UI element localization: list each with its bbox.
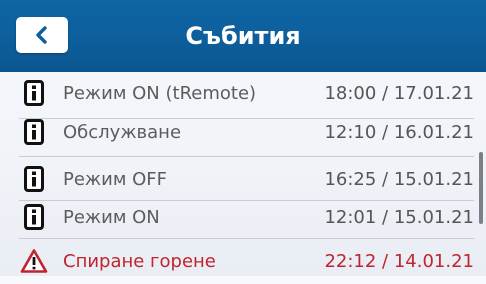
event-label: Обслужване: [63, 121, 182, 143]
info-icon: [19, 202, 49, 232]
info-icon: [19, 164, 49, 194]
list-item[interactable]: Режим ON 12:01 / 15.01.21: [19, 194, 474, 240]
back-button[interactable]: [16, 17, 68, 53]
event-time: 22:12 / 14.01.21: [324, 250, 474, 272]
warning-icon: [19, 246, 49, 276]
page-title: Събития: [185, 22, 301, 50]
event-time: 18:00 / 17.01.21: [324, 82, 474, 104]
list-item[interactable]: Спиране горене 22:12 / 14.01.21: [19, 238, 474, 284]
event-label: Спиране горене: [63, 250, 216, 272]
event-label: Режим ON: [63, 206, 160, 228]
info-icon: [19, 78, 49, 108]
header-bar: Събития: [0, 0, 486, 72]
event-time: 12:01 / 15.01.21: [324, 206, 474, 228]
event-label: Режим ON (tRemote): [63, 82, 257, 104]
events-list: Режим ON (tRemote) 18:00 / 17.01.21 Обсл…: [0, 72, 486, 276]
event-time: 16:25 / 15.01.21: [324, 168, 474, 190]
info-icon: [19, 117, 49, 147]
list-item[interactable]: Обслужване 12:10 / 16.01.21: [19, 109, 474, 155]
chevron-left-icon: [36, 26, 47, 44]
event-label: Режим OFF: [63, 168, 168, 190]
scrollbar[interactable]: [479, 152, 483, 224]
event-time: 12:10 / 16.01.21: [324, 121, 474, 143]
